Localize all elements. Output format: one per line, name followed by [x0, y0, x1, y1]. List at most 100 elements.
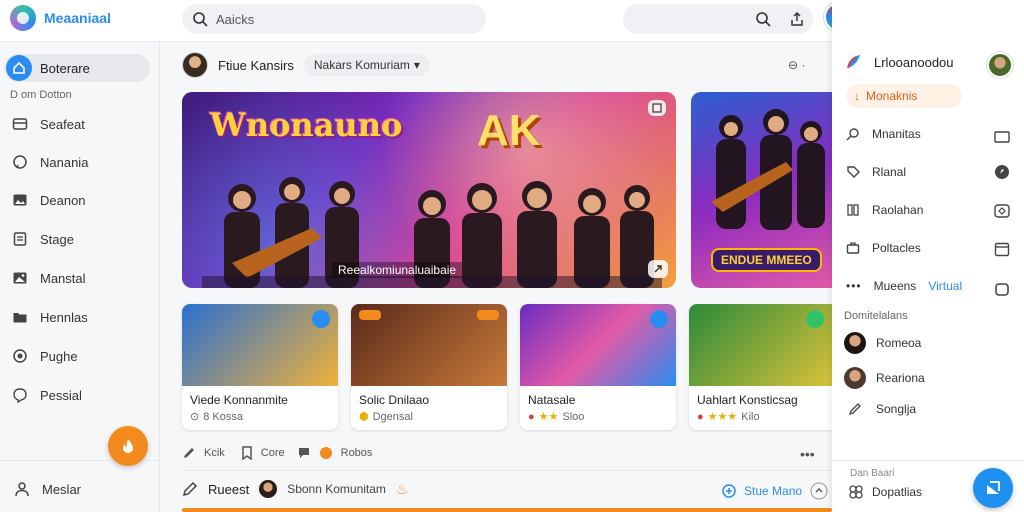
avatar[interactable]	[182, 52, 208, 78]
message-icon	[12, 387, 28, 403]
sidebar-item[interactable]: Hennlas	[12, 309, 88, 325]
panel-item-label: Mnanitas	[872, 127, 921, 141]
star-icon: ★★★	[707, 411, 738, 423]
sidebar-item-home[interactable]: Boterare	[4, 54, 150, 82]
panel-title: Lrlooanoodou	[874, 54, 954, 70]
sidebar-item[interactable]: Manstal	[12, 270, 86, 286]
card-thumbnail	[520, 304, 676, 386]
refresh-icon[interactable]	[994, 203, 1010, 219]
edit-icon	[182, 481, 198, 497]
sidebar-item[interactable]: Nanania	[12, 154, 88, 170]
panel-chip[interactable]: ↓ Monaknis	[846, 84, 962, 108]
featured-banner[interactable]: Wnonauno AK Reealkomiunaluaibaie	[182, 92, 676, 288]
chip-label: Monaknis	[866, 89, 918, 103]
panel-footer-link[interactable]: Dopatlias	[848, 484, 922, 500]
expand-icon[interactable]	[648, 100, 666, 116]
gallery-icon	[12, 270, 28, 286]
bottom-accent-bar	[182, 508, 832, 512]
verified-icon	[650, 310, 668, 328]
card-thumbnail	[351, 304, 507, 386]
avatar	[844, 367, 866, 389]
secondary-banner[interactable]: ENDUE MMEEO	[691, 92, 832, 288]
divider	[832, 460, 1024, 461]
list-item[interactable]: Romeoa	[844, 332, 921, 354]
compose-message-button[interactable]	[973, 468, 1013, 508]
search-icon[interactable]	[755, 11, 771, 27]
avatar[interactable]	[987, 52, 1013, 78]
star-badge-icon	[319, 446, 333, 460]
banner-illustration	[711, 109, 825, 230]
search-bar[interactable]	[182, 4, 486, 34]
home-icon	[6, 55, 32, 81]
compose-right-link[interactable]: Stue Mano	[744, 484, 802, 498]
secondary-search-bar[interactable]	[623, 4, 813, 34]
sidebar-item-label: Deanon	[40, 192, 86, 208]
panel-item[interactable]: Mnanitas	[846, 127, 921, 141]
community-card[interactable]: Solic Dnilaao ⬢ Dgensal	[351, 304, 507, 430]
share-icon[interactable]	[648, 260, 668, 278]
community-card[interactable]: Viede Konnanmite ⊙ 8 Kossa	[182, 304, 338, 430]
card-meta-text: Sloo	[562, 410, 585, 423]
sidebar-item[interactable]: Pessial	[12, 387, 82, 403]
avatar	[844, 332, 866, 354]
panel-item[interactable]: Raolahan	[846, 203, 923, 217]
footer-label: Dopatlias	[872, 485, 923, 499]
list-item[interactable]: Reariona	[844, 367, 925, 389]
banner-label: ENDUE MMEEO	[711, 248, 822, 272]
search-input[interactable]	[216, 11, 456, 27]
refresh-icon[interactable]	[810, 482, 828, 500]
calendar-icon[interactable]	[994, 241, 1010, 257]
card-thumbnail	[689, 304, 832, 386]
window-icon[interactable]	[994, 130, 1010, 144]
avatar	[259, 480, 278, 498]
card-icon	[12, 116, 28, 132]
compose-community[interactable]: Sbonn Komunitam	[287, 482, 386, 496]
brand-name: Meaaniaal	[44, 10, 111, 26]
pin-icon: ⊙	[190, 411, 200, 423]
document-icon	[12, 231, 28, 247]
action-robos[interactable]: Robos	[341, 447, 373, 459]
stack-icon[interactable]	[994, 281, 1010, 297]
post-actions: Kcik Core Robos	[182, 446, 372, 460]
sidebar-item[interactable]: Seafeat	[12, 116, 85, 132]
action-kcik[interactable]: Kcik	[204, 447, 225, 459]
card-thumbnail	[182, 304, 338, 386]
card-meta: ⊙ 8 Kossa	[190, 410, 243, 424]
comment-icon	[297, 446, 311, 460]
filter-dropdown[interactable]: Nakars Komuriam ▾	[303, 54, 430, 76]
right-panel: Lrlooanoodou ↓ Monaknis Mnanitas Rlanal …	[832, 0, 1024, 512]
more-icon: •••	[846, 279, 862, 293]
sidebar-item[interactable]: Deanon	[12, 192, 86, 208]
profile-link[interactable]: Meslar	[14, 481, 81, 497]
hero-title: Wnonauno	[210, 106, 403, 144]
more-options[interactable]: ⊖ ·	[788, 58, 805, 72]
upload-icon[interactable]	[789, 11, 805, 27]
card-meta-text: Kilo	[741, 410, 760, 423]
hero-big-text: AK	[477, 106, 541, 155]
compose-bar: Rueest Sbonn Komunitam ♨	[182, 480, 409, 498]
user-icon	[14, 481, 30, 497]
add-circle-icon	[722, 484, 736, 498]
panel-item[interactable]: Poltacles	[846, 241, 921, 255]
brand[interactable]: Meaaniaal	[10, 5, 111, 31]
community-card[interactable]: Natasale ● ★★ Sloo	[520, 304, 676, 430]
panel-item[interactable]: ••• Mueens Virtual	[846, 279, 962, 293]
sidebar-item-label: Boterare	[40, 60, 90, 76]
create-button[interactable]	[108, 426, 148, 466]
more-icon[interactable]: •••	[800, 446, 815, 462]
sidebar-item[interactable]: Pughe	[12, 348, 78, 364]
group-icon	[848, 484, 864, 500]
community-card[interactable]: Uahlart Konsticsag ● ★★★ Kilo	[689, 304, 832, 430]
tag-badge	[477, 310, 499, 320]
compose-label[interactable]: Rueest	[208, 482, 249, 497]
sidebar-item-label: Pessial	[40, 387, 82, 403]
tag-icon	[846, 165, 860, 179]
action-core[interactable]: Core	[261, 447, 285, 459]
list-item[interactable]: Songlja	[844, 402, 916, 416]
person-name: Reariona	[876, 371, 925, 385]
badge-icon: ⬢	[359, 411, 369, 423]
compass-icon[interactable]	[994, 164, 1010, 180]
sidebar-item-label: Pughe	[40, 348, 78, 364]
sidebar-item[interactable]: Stage	[12, 231, 74, 247]
panel-item[interactable]: Rlanal	[846, 165, 906, 179]
